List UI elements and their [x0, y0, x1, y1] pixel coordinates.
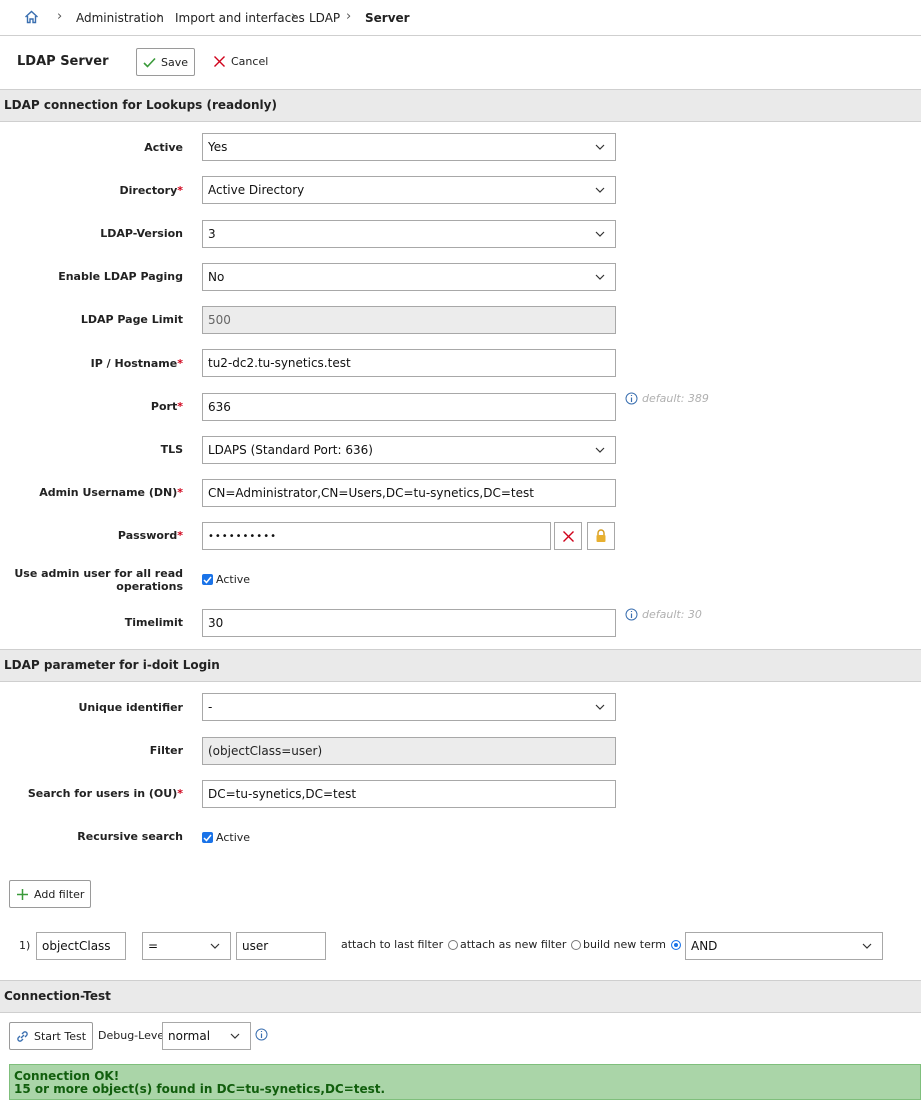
- password-label: Password*: [117, 529, 183, 542]
- password-input[interactable]: ••••••••••: [202, 522, 551, 550]
- tls-label: TLS: [160, 443, 183, 456]
- radio-build-term[interactable]: build new term: [583, 938, 681, 951]
- radio-checked-icon: [670, 939, 681, 950]
- radio-unchecked-icon: [571, 939, 582, 950]
- section-ldap-login: LDAP parameter for i-doit Login: [0, 649, 921, 682]
- active-label: Active: [144, 141, 183, 154]
- start-test-button[interactable]: Start Test: [9, 1022, 94, 1050]
- link-icon: [17, 1030, 28, 1042]
- port-input[interactable]: 636: [202, 393, 616, 421]
- timelimit-input[interactable]: 30: [202, 609, 616, 637]
- connection-result: Connection OK! 15 or more object(s) foun…: [9, 1064, 921, 1100]
- admin-read-label: Use admin user for all read operations: [14, 567, 183, 593]
- port-hint: default: 389: [625, 392, 709, 405]
- chevron-down-icon: [595, 231, 605, 237]
- directory-select[interactable]: Active Directory: [202, 176, 616, 204]
- admin-dn-input[interactable]: CN=Administrator,CN=Users,DC=tu-synetics…: [202, 479, 616, 507]
- add-filter-button[interactable]: Add filter: [9, 880, 92, 908]
- debug-level-label: Debug-Level: [98, 1029, 168, 1042]
- debug-level-select[interactable]: normal: [162, 1022, 251, 1050]
- breadcrumb-ldap[interactable]: LDAP: [309, 11, 340, 25]
- filter-attribute-input[interactable]: objectClass: [36, 932, 126, 960]
- port-label: Port*: [150, 400, 183, 413]
- close-icon: [214, 56, 225, 67]
- page-title: LDAP Server: [17, 54, 109, 69]
- chevron-down-icon: [595, 447, 605, 453]
- hostname-input[interactable]: tu2-dc2.tu-synetics.test: [202, 349, 616, 377]
- chevron-down-icon: [595, 704, 605, 710]
- filter-operator-select[interactable]: =: [142, 932, 231, 960]
- plus-icon: [17, 888, 28, 900]
- chevron-down-icon: [595, 274, 605, 280]
- info-icon: [625, 608, 638, 621]
- hostname-label: IP / Hostname*: [90, 357, 183, 370]
- tls-select[interactable]: LDAPS (Standard Port: 636): [202, 436, 616, 464]
- cancel-button-label: Cancel: [231, 55, 269, 68]
- section-title: LDAP connection for Lookups (readonly): [4, 98, 277, 112]
- section-title: LDAP parameter for i-doit Login: [4, 658, 220, 672]
- recursive-label: Recursive search: [77, 830, 183, 843]
- result-detail: 15 or more object(s) found in DC=tu-syne…: [14, 1082, 386, 1096]
- page-limit-label: LDAP Page Limit: [80, 313, 183, 326]
- admin-dn-label: Admin Username (DN)*: [39, 486, 183, 499]
- breadcrumb-administration[interactable]: Administration: [76, 11, 164, 25]
- active-select[interactable]: Yes: [202, 133, 616, 161]
- conjunction-select[interactable]: AND: [685, 932, 883, 960]
- radio-attach-new[interactable]: attach as new filter: [460, 938, 582, 951]
- unlock-password-button[interactable]: [587, 522, 615, 550]
- admin-read-checkbox[interactable]: Active: [202, 573, 250, 586]
- directory-label: Directory*: [119, 184, 183, 197]
- search-ou-label: Search for users in (OU)*: [27, 787, 183, 800]
- page-limit-input: 500: [202, 306, 616, 334]
- radio-unchecked-icon: [448, 939, 459, 950]
- ldap-version-label: LDAP-Version: [100, 227, 183, 240]
- save-button[interactable]: Save: [136, 48, 196, 76]
- chevron-right-icon: ›: [346, 9, 352, 24]
- radio-attach-last[interactable]: attach to last filter: [341, 938, 459, 951]
- search-ou-input[interactable]: DC=tu-synetics,DC=test: [202, 780, 616, 808]
- filter-label: Filter: [149, 744, 183, 757]
- ldap-version-select[interactable]: 3: [202, 220, 616, 248]
- cancel-button[interactable]: Cancel: [213, 55, 268, 68]
- filter-input: (objectClass=user): [202, 737, 616, 765]
- unique-id-label: Unique identifier: [78, 701, 183, 714]
- filter-row-index: 1): [19, 939, 31, 952]
- section-title: Connection-Test: [4, 989, 111, 1003]
- filter-value-input[interactable]: user: [236, 932, 326, 960]
- clear-password-button[interactable]: [554, 522, 582, 550]
- close-icon: [562, 530, 574, 542]
- chevron-down-icon: [595, 187, 605, 193]
- timelimit-label: Timelimit: [124, 616, 183, 629]
- lock-icon: [596, 529, 606, 542]
- home-icon[interactable]: [24, 10, 39, 27]
- chevron-down-icon: [230, 1033, 240, 1039]
- chevron-down-icon: [862, 943, 872, 949]
- timelimit-hint: default: 30: [625, 608, 702, 621]
- chevron-down-icon: [595, 144, 605, 150]
- checkbox-checked-icon: [202, 832, 213, 843]
- paging-select[interactable]: No: [202, 263, 616, 291]
- info-icon: [625, 392, 638, 405]
- breadcrumb-import-interfaces[interactable]: Import and interfaces: [175, 11, 305, 25]
- unique-id-select[interactable]: -: [202, 693, 616, 721]
- info-icon[interactable]: [255, 1028, 268, 1044]
- chevron-right-icon: ›: [291, 9, 297, 24]
- chevron-right-icon: ›: [57, 9, 63, 24]
- breadcrumb-server: Server: [365, 11, 410, 25]
- chevron-down-icon: [210, 943, 220, 949]
- breadcrumb: › Administration › Import and interfaces…: [0, 0, 921, 36]
- save-button-label: Save: [161, 55, 189, 69]
- section-connection-test: Connection-Test: [0, 980, 921, 1013]
- chevron-right-icon: ›: [156, 9, 162, 24]
- paging-label: Enable LDAP Paging: [58, 270, 183, 283]
- section-ldap-connection: LDAP connection for Lookups (readonly): [0, 89, 921, 122]
- recursive-checkbox[interactable]: Active: [202, 831, 250, 844]
- check-icon: [143, 57, 156, 68]
- checkbox-checked-icon: [202, 574, 213, 585]
